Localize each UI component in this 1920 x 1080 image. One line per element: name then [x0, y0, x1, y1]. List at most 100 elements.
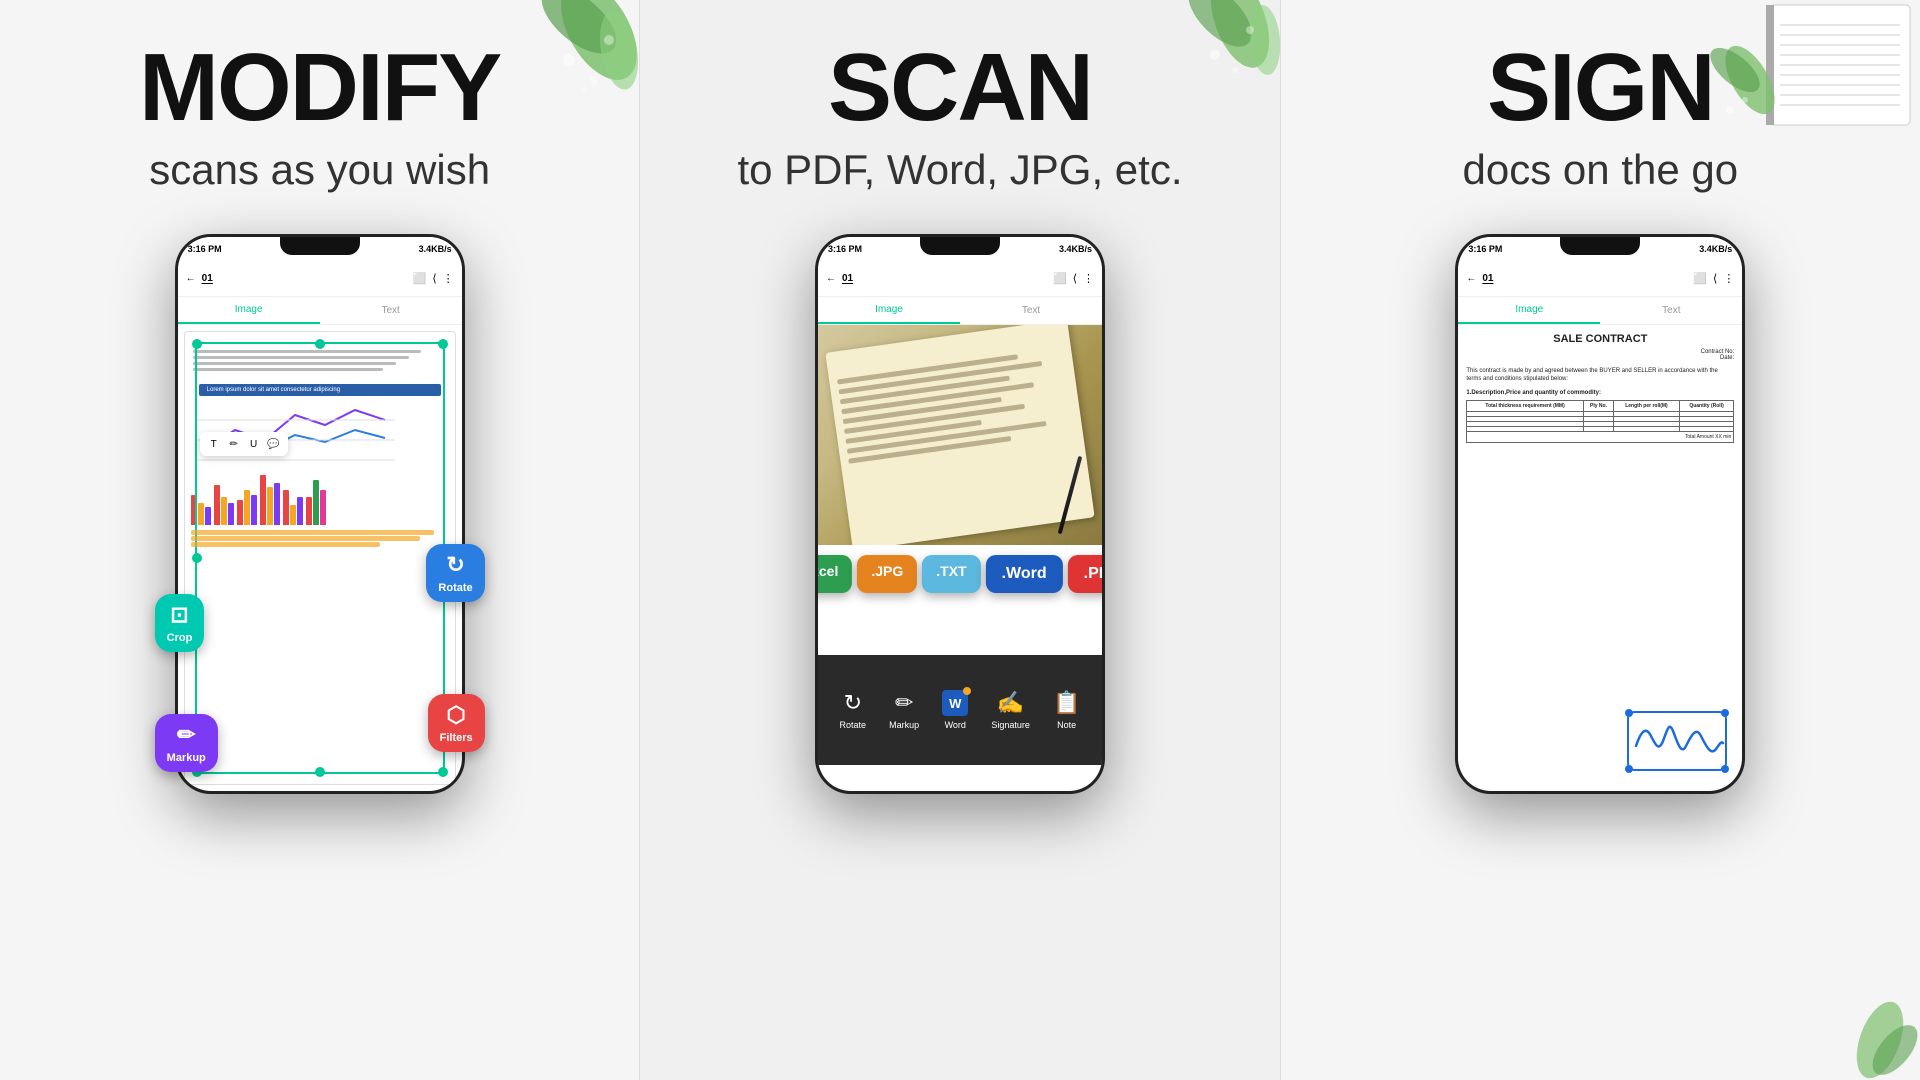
tab-image-center[interactable]: Image [818, 297, 960, 324]
toolbar-num-left: 01 [202, 273, 213, 284]
crop-handle-tr [438, 339, 448, 349]
more-icon-right: ⋮ [1723, 272, 1734, 285]
status-time-center: 3:16 PM [828, 244, 862, 254]
status-info-center: 3.4KB/s [1059, 244, 1092, 254]
total-amount-label: Total Amount XX min [1467, 431, 1734, 442]
sig-corner-bl [1625, 765, 1633, 773]
tool-rotate[interactable]: ↻ Rotate [840, 690, 867, 730]
deco-leaves-center [1120, 0, 1280, 150]
status-info-right: 3.4KB/s [1699, 244, 1732, 254]
markup-icon-float: ✏ [177, 722, 195, 748]
table-header-2: Ply No. [1583, 400, 1613, 411]
scan-content-left: T ✏ U 💬 Lorem ipsum dolor sit amet conse… [178, 325, 462, 791]
panel-scan: SCAN to PDF, Word, JPG, etc. 3:16 PM 3.4… [639, 0, 1280, 1080]
badge-jpg[interactable]: .JPG [857, 555, 917, 593]
markup-icon-bottom: ✏ [895, 690, 913, 716]
status-info-left: 3.4KB/s [419, 244, 452, 254]
status-time-left: 3:16 PM [188, 244, 222, 254]
crop-handle-br [438, 767, 448, 777]
annot-underline-icon: U [246, 436, 262, 452]
orange-highlight-1 [191, 530, 434, 535]
crop-handle-tm [315, 339, 325, 349]
phone-tabs-right: Image Text [1458, 297, 1742, 325]
crop-label: Crop [167, 632, 193, 644]
filters-icon-float: ⬡ [447, 702, 466, 728]
sign-subtitle: docs on the go [1463, 146, 1739, 194]
phone-modify: 3:16 PM 3.4KB/s ← 01 ⬜ ⟨ ⋮ Image Text [175, 234, 465, 794]
annot-highlight-icon: ✏ [226, 436, 242, 452]
contract-content: SALE CONTRACT Contract No: Date: This co… [1458, 325, 1742, 791]
phone-body-left: 3:16 PM 3.4KB/s ← 01 ⬜ ⟨ ⋮ Image Text [175, 234, 465, 794]
crop-icon-center: ⬜ [1053, 272, 1067, 285]
markup-label: Markup [167, 752, 206, 764]
tab-text-left[interactable]: Text [320, 297, 462, 324]
contract-date: Date: [1466, 355, 1734, 361]
crop-icon-right: ⬜ [1693, 272, 1707, 285]
signature-drawing [1631, 711, 1726, 766]
signature-icon-bottom: ✍ [997, 690, 1024, 716]
phone-notch-center [920, 237, 1000, 255]
share-icon-center: ⟨ [1073, 272, 1077, 285]
back-icon-right: ← [1466, 273, 1476, 284]
signature-bottom-label: Signature [991, 720, 1030, 730]
contract-title: SALE CONTRACT [1466, 333, 1734, 345]
sign-title: SIGN [1487, 40, 1714, 136]
share-icon: ⟨ [432, 272, 436, 285]
table-header-1: Total thickness requirement (MM) [1467, 400, 1584, 411]
contract-section: 1.Description,Price and quantity of comm… [1466, 390, 1734, 396]
phone-scan: 3:16 PM 3.4KB/s ← 01 ⬜ ⟨ ⋮ Image Text [815, 234, 1105, 794]
annot-comment-icon: 💬 [266, 436, 282, 452]
book-in-photo [825, 325, 1094, 545]
badge-txt[interactable]: .TXT [922, 555, 980, 593]
markup-bottom-label: Markup [889, 720, 919, 730]
contract-table: Total thickness requirement (MM) Ply No.… [1466, 400, 1734, 443]
format-badges-row: .Excel .JPG .TXT .Word .PDF [818, 555, 1102, 593]
annot-text-icon: T [206, 436, 222, 452]
scan-title: SCAN [828, 40, 1092, 136]
phone-notch-left [280, 237, 360, 255]
phone-body-center: 3:16 PM 3.4KB/s ← 01 ⬜ ⟨ ⋮ Image Text [815, 234, 1105, 794]
toolbar-center: ← 01 ⬜ ⟨ ⋮ [818, 261, 1102, 297]
crop-icon-float: ⊡ [170, 602, 188, 628]
phone-tabs-left: Image Text [178, 297, 462, 325]
tool-note[interactable]: 📋 Note [1053, 690, 1080, 730]
rotate-button[interactable]: ↻ Rotate [426, 544, 484, 602]
phone-tabs-center: Image Text [818, 297, 1102, 325]
tool-signature[interactable]: ✍ Signature [991, 690, 1030, 730]
note-bottom-label: Note [1057, 720, 1076, 730]
annotation-toolbar: T ✏ U 💬 [200, 432, 288, 456]
filters-label: Filters [440, 732, 473, 744]
deco-plant-right [1800, 980, 1920, 1080]
back-icon-center: ← [826, 273, 836, 284]
scan-subtitle: to PDF, Word, JPG, etc. [737, 146, 1182, 194]
scan-photo [818, 325, 1102, 545]
tab-image-left[interactable]: Image [178, 297, 320, 324]
book-text [828, 339, 1084, 478]
crop-overlay [195, 342, 445, 774]
table-header-4: Quantity (Roll) [1679, 400, 1734, 411]
scan-document: T ✏ U 💬 Lorem ipsum dolor sit amet conse… [184, 331, 456, 785]
rotate-label: Rotate [438, 582, 472, 594]
crop-icon: ⬜ [413, 272, 427, 285]
rotate-bottom-label: Rotate [840, 720, 867, 730]
phone-body-right: 3:16 PM 3.4KB/s ← 01 ⬜ ⟨ ⋮ Image Text [1455, 234, 1745, 794]
phone-lower-area: .Excel .JPG .TXT .Word .PDF ↻ Rotate ✏ [818, 545, 1102, 765]
bottom-toolbar-center: ↻ Rotate ✏ Markup W Word ✍ [818, 655, 1102, 765]
word-bottom-label: Word [945, 720, 966, 730]
filters-button[interactable]: ⬡ Filters [428, 694, 485, 752]
badge-pdf[interactable]: .PDF [1068, 555, 1102, 593]
crop-button[interactable]: ⊡ Crop [155, 594, 205, 652]
tab-image-right[interactable]: Image [1458, 297, 1600, 324]
badge-word[interactable]: .Word [986, 555, 1063, 593]
tool-word[interactable]: W Word [942, 690, 968, 730]
rotate-icon-bottom: ↻ [844, 690, 862, 716]
tab-text-right[interactable]: Text [1600, 297, 1742, 324]
tab-text-center[interactable]: Text [960, 297, 1102, 324]
badge-excel[interactable]: .Excel [818, 555, 852, 593]
tool-markup[interactable]: ✏ Markup [889, 690, 919, 730]
panel-sign: SIGN docs on the go 3:16 PM 3.4KB/s ← 01… [1281, 0, 1920, 1080]
modify-title: MODIFY [139, 40, 500, 136]
markup-button[interactable]: ✏ Markup [155, 714, 218, 772]
more-icon-center: ⋮ [1083, 272, 1094, 285]
phone-sign: 3:16 PM 3.4KB/s ← 01 ⬜ ⟨ ⋮ Image Text [1455, 234, 1745, 794]
